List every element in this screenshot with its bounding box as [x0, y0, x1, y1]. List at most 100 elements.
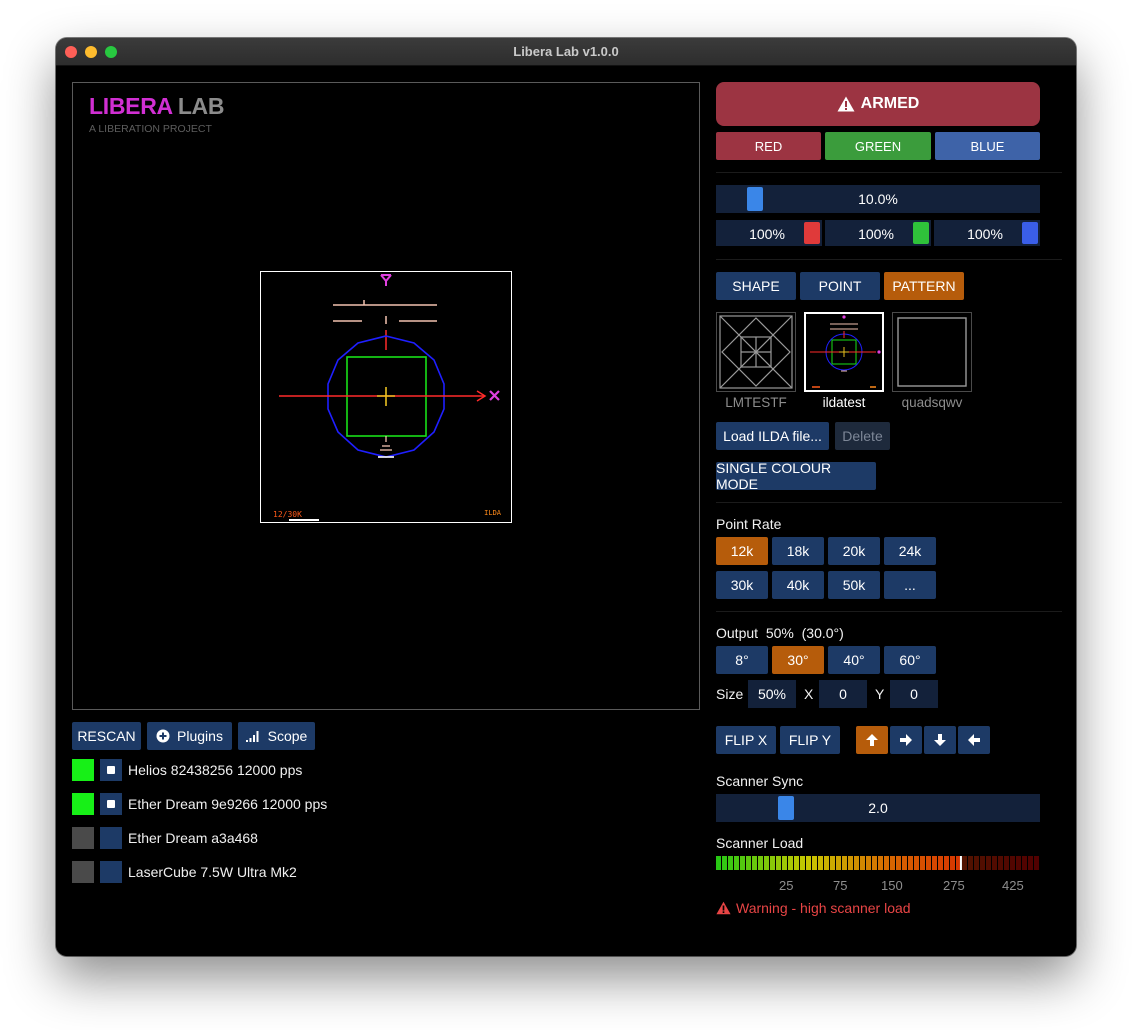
- scanner-load-title: Scanner Load: [716, 835, 804, 851]
- flip-y-label: FLIP Y: [788, 732, 832, 748]
- divider: [716, 172, 1062, 173]
- delete-button[interactable]: Delete: [835, 422, 890, 450]
- master-brightness-slider[interactable]: 10.0%: [716, 185, 1040, 213]
- load-ilda-button[interactable]: Load ILDA file...: [716, 422, 829, 450]
- size-input[interactable]: 50%: [748, 680, 796, 708]
- output-angle-40[interactable]: 40°: [828, 646, 880, 674]
- load-meter-segment: [890, 856, 895, 870]
- load-meter-segment: [830, 856, 835, 870]
- output-percent: 50%: [765, 625, 794, 641]
- green-channel-button[interactable]: GREEN: [825, 132, 931, 160]
- orientation-left-button[interactable]: [958, 726, 990, 754]
- rate-label: 24k: [898, 543, 922, 559]
- arrow-down-icon: [934, 734, 946, 746]
- load-meter-segment: [818, 856, 823, 870]
- blue-channel-button[interactable]: BLUE: [935, 132, 1040, 160]
- load-meter-segment: [836, 856, 841, 870]
- load-meter-segment: [1022, 856, 1027, 870]
- red-level-slider[interactable]: 100%: [716, 220, 822, 246]
- slider-thumb[interactable]: [804, 222, 820, 244]
- ilda-test-pattern: [279, 274, 500, 521]
- device-status-led: [72, 793, 94, 815]
- x-offset-input[interactable]: 0: [819, 680, 867, 708]
- scanner-load-meter: [716, 856, 1039, 870]
- load-meter-segment: [998, 856, 1003, 870]
- load-meter-segment: [902, 856, 907, 870]
- pattern-thumbnail[interactable]: [716, 312, 796, 392]
- point-rate-20k[interactable]: 20k: [828, 537, 880, 565]
- scanner-sync-slider[interactable]: 2.0: [716, 794, 1040, 822]
- blue-level-slider[interactable]: 100%: [934, 220, 1040, 246]
- load-meter-segment: [914, 856, 919, 870]
- load-meter-segment: [884, 856, 889, 870]
- warning-text: Warning - high scanner load: [736, 900, 911, 916]
- device-enable-checkbox[interactable]: [100, 793, 122, 815]
- single-colour-mode-button[interactable]: SINGLE COLOUR MODE: [716, 460, 876, 492]
- quadsqwv-preview: [897, 317, 967, 387]
- load-meter-segment: [782, 856, 787, 870]
- plugins-label: Plugins: [177, 728, 223, 744]
- orientation-right-button[interactable]: [890, 726, 922, 754]
- device-name: Helios 82438256 12000 pps: [128, 762, 303, 778]
- divider: [716, 259, 1062, 260]
- armed-button[interactable]: ARMED: [716, 82, 1040, 126]
- size-value: 50%: [757, 686, 787, 702]
- blue-level-value: 100%: [967, 226, 1003, 242]
- load-meter-segment: [758, 856, 763, 870]
- load-meter-segment: [986, 856, 991, 870]
- tab-pattern[interactable]: PATTERN: [884, 272, 964, 300]
- point-rate-30k[interactable]: 30k: [716, 571, 768, 599]
- point-rate-more[interactable]: ...: [884, 571, 936, 599]
- load-meter-segment: [842, 856, 847, 870]
- point-rate-12k[interactable]: 12k: [716, 537, 768, 565]
- device-enable-checkbox[interactable]: [100, 827, 122, 849]
- slider-thumb[interactable]: [913, 222, 929, 244]
- point-rate-50k[interactable]: 50k: [828, 571, 880, 599]
- output-title: Output 50% (30.0°): [716, 625, 844, 641]
- y-offset-value: 0: [910, 686, 918, 702]
- load-meter-segment: [992, 856, 997, 870]
- pattern-thumbnail[interactable]: [892, 312, 972, 392]
- tab-point[interactable]: POINT: [800, 272, 880, 300]
- plugins-button[interactable]: Plugins: [147, 722, 232, 750]
- ilda-frame-preview: 12/30K ILDA: [260, 271, 512, 523]
- flip-x-button[interactable]: FLIP X: [716, 726, 776, 754]
- point-rate-18k[interactable]: 18k: [772, 537, 824, 565]
- red-channel-button[interactable]: RED: [716, 132, 821, 160]
- green-level-slider[interactable]: 100%: [825, 220, 931, 246]
- tab-shape[interactable]: SHAPE: [716, 272, 796, 300]
- load-meter-segment: [824, 856, 829, 870]
- armed-label: ARMED: [860, 95, 920, 112]
- point-rate-40k[interactable]: 40k: [772, 571, 824, 599]
- scope-label: Scope: [267, 728, 308, 744]
- tab-shape-label: SHAPE: [732, 278, 780, 294]
- orientation-up-button[interactable]: [856, 726, 888, 754]
- device-enable-checkbox[interactable]: [100, 861, 122, 883]
- load-tick-label: 150: [881, 878, 903, 893]
- pattern-thumbnail-selected[interactable]: [804, 312, 884, 392]
- y-offset-input[interactable]: 0: [890, 680, 938, 708]
- device-name: LaserCube 7.5W Ultra Mk2: [128, 864, 297, 880]
- device-enable-checkbox[interactable]: [100, 759, 122, 781]
- load-meter-segment: [872, 856, 877, 870]
- orientation-down-button[interactable]: [924, 726, 956, 754]
- load-meter-segment: [740, 856, 745, 870]
- flip-y-button[interactable]: FLIP Y: [780, 726, 840, 754]
- red-level-value: 100%: [749, 226, 785, 242]
- load-meter-segment: [920, 856, 925, 870]
- point-rate-title: Point Rate: [716, 516, 782, 532]
- point-rate-24k[interactable]: 24k: [884, 537, 936, 565]
- rate-label: 12k: [730, 543, 754, 559]
- output-angle-30[interactable]: 30°: [772, 646, 824, 674]
- ildatest-preview: [810, 315, 881, 388]
- rescan-label: RESCAN: [77, 728, 136, 744]
- load-meter-segment: [1028, 856, 1033, 870]
- scope-button[interactable]: Scope: [238, 722, 315, 750]
- output-angle-60[interactable]: 60°: [884, 646, 936, 674]
- output-angle-8[interactable]: 8°: [716, 646, 768, 674]
- rescan-button[interactable]: RESCAN: [72, 722, 141, 750]
- slider-thumb[interactable]: [1022, 222, 1038, 244]
- load-meter-segment: [788, 856, 793, 870]
- load-meter-segment: [866, 856, 871, 870]
- load-tick-label: 25: [779, 878, 794, 893]
